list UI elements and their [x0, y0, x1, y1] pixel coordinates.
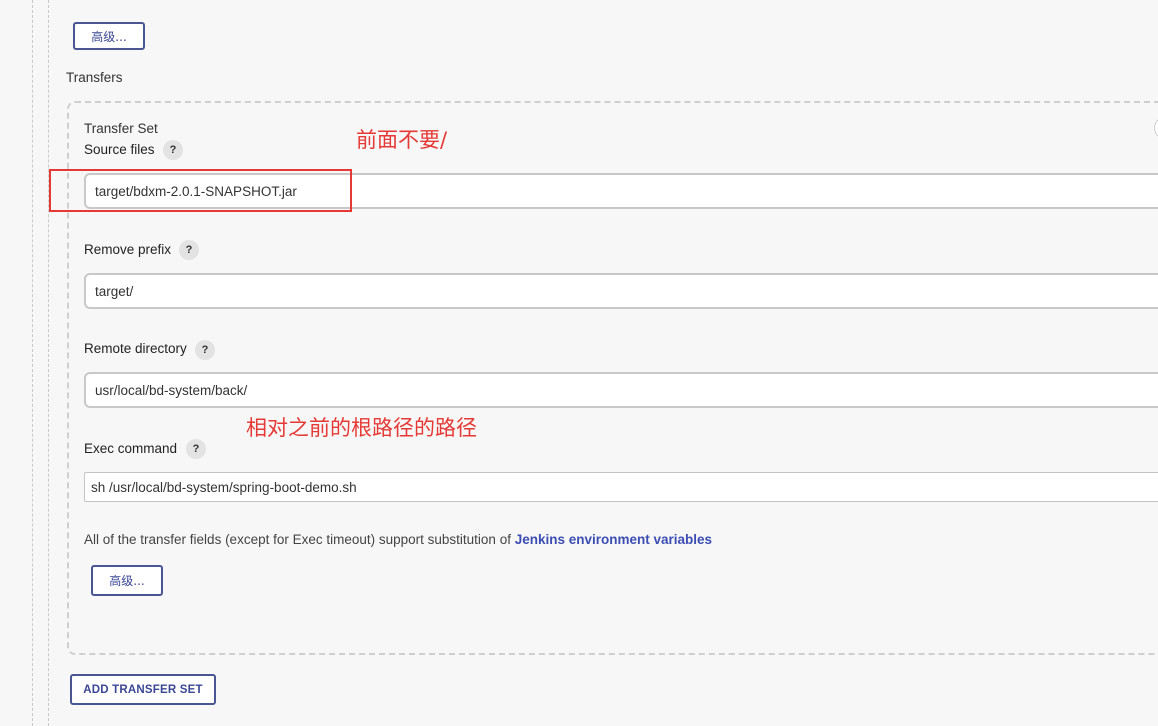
substitution-note-text: All of the transfer fields (except for E… — [84, 532, 515, 547]
substitution-note: All of the transfer fields (except for E… — [84, 532, 712, 547]
left-dashed-guide-2 — [48, 0, 49, 726]
remote-directory-label: Remote directory — [84, 341, 187, 356]
advanced-button-top[interactable]: 高级... — [73, 22, 145, 50]
remote-directory-help-icon[interactable]: ? — [195, 340, 215, 360]
remove-prefix-help-icon[interactable]: ? — [179, 240, 199, 260]
source-files-annotation: 前面不要/ — [356, 128, 448, 152]
exec-command-help-icon[interactable]: ? — [186, 439, 206, 459]
transfer-set-title: Transfer Set — [84, 121, 158, 136]
exec-command-label: Exec command — [84, 441, 178, 456]
jenkins-env-vars-link[interactable]: Jenkins environment variables — [515, 532, 712, 547]
remove-prefix-label: Remove prefix — [84, 242, 172, 257]
source-files-label: Source files — [84, 142, 155, 157]
remove-prefix-input[interactable]: target/ — [84, 273, 1158, 309]
source-files-highlight-box — [49, 169, 352, 212]
source-files-help-icon[interactable]: ? — [163, 140, 183, 160]
transfers-heading: Transfers — [66, 70, 123, 85]
add-transfer-set-button[interactable]: ADD TRANSFER SET — [70, 674, 216, 705]
remote-directory-input[interactable]: usr/local/bd-system/back/ — [84, 372, 1158, 408]
exec-command-input[interactable]: sh /usr/local/bd-system/spring-boot-demo… — [84, 472, 1158, 502]
advanced-button-transfer-set[interactable]: 高级... — [91, 565, 163, 596]
left-dashed-guide-1 — [32, 0, 33, 726]
remote-directory-annotation: 相对之前的根路径的路径 — [246, 416, 477, 440]
